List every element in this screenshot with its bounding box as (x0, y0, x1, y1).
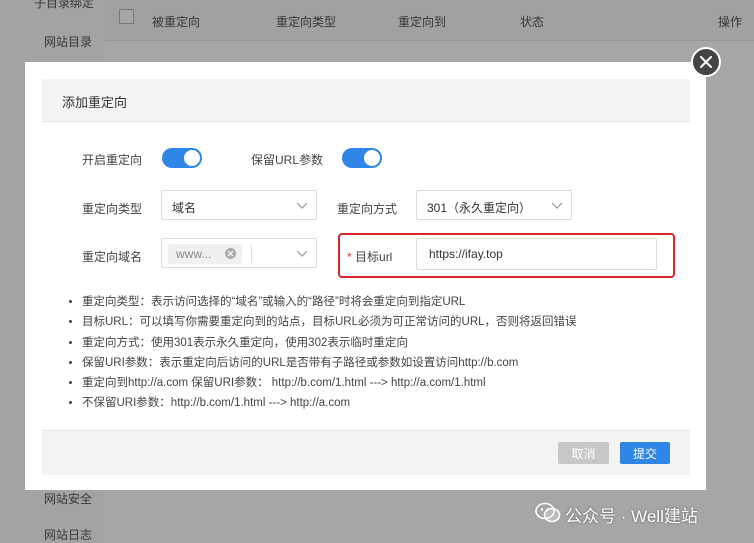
enable-redirect-label: 开启重定向 (82, 153, 143, 167)
dialog-title: 添加重定向 (62, 95, 128, 110)
note-item: 重定向方式：使用301表示永久重定向，使用302表示临时重定向 (82, 333, 642, 353)
chevron-down-icon (551, 202, 563, 209)
submit-button[interactable]: 提交 (620, 442, 670, 464)
help-notes: 重定向类型：表示访问选择的“域名”或输入的“路径”时将会重定向到指定URL 目标… (64, 292, 642, 414)
note-item: 不保留URI参数：http://b.com/1.html ---> http:/… (82, 393, 642, 413)
redirect-type-value: 域名 (172, 201, 197, 215)
target-url-label-text: 目标url (355, 250, 393, 264)
domain-tag-text: www... (176, 247, 212, 261)
dialog-header: 添加重定向 (42, 79, 690, 122)
note-item: 重定向到http://a.com 保留URI参数： http://b.com/1… (82, 373, 642, 393)
close-button[interactable] (691, 47, 721, 77)
watermark: 公众号 · Well建站 (533, 498, 743, 526)
redirect-type-select[interactable]: 域名 (161, 190, 317, 220)
select-divider (251, 245, 252, 263)
redirect-method-value: 301（永久重定向） (427, 201, 532, 215)
target-url-field[interactable] (416, 238, 657, 270)
remove-tag-icon[interactable] (225, 248, 236, 259)
toggle-knob (364, 150, 380, 166)
note-item: 重定向类型：表示访问选择的“域名”或输入的“路径”时将会重定向到指定URL (82, 292, 642, 312)
close-icon (700, 56, 712, 68)
cancel-button[interactable]: 取消 (558, 442, 609, 464)
redirect-method-select[interactable]: 301（永久重定向） (416, 190, 572, 220)
note-item: 保留URI参数：表示重定向后访问的URL是否带有子路径或参数如设置访问http:… (82, 353, 642, 373)
wechat-icon (535, 502, 561, 523)
chevron-down-icon (296, 202, 308, 209)
note-item: 目标URL：可以填写你需要重定向到的站点，目标URL必须为可正常访问的URL，否… (82, 312, 642, 332)
watermark-text: 公众号 · Well建站 (565, 507, 698, 526)
target-url-input[interactable] (427, 239, 651, 269)
keep-url-params-label: 保留URL参数 (251, 153, 324, 167)
domain-tag: www... (168, 244, 242, 264)
required-asterisk: * (347, 250, 352, 264)
chevron-down-icon (296, 250, 308, 257)
target-url-label: * 目标url (347, 248, 392, 265)
enable-redirect-toggle[interactable] (162, 148, 202, 168)
redirect-type-label: 重定向类型 (82, 202, 143, 216)
keep-url-params-toggle[interactable] (342, 148, 382, 168)
toggle-knob (184, 150, 200, 166)
redirect-domain-select[interactable]: www... (161, 238, 317, 268)
redirect-method-label: 重定向方式 (337, 202, 398, 216)
redirect-domain-label: 重定向域名 (82, 250, 143, 264)
